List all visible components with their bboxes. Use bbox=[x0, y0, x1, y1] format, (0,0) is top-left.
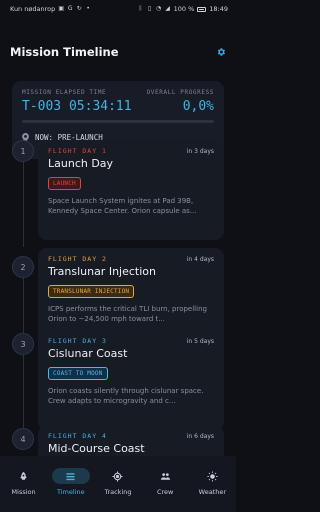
event-title: Launch Day bbox=[48, 157, 114, 170]
timeline-connector bbox=[23, 162, 24, 247]
step-number: 1 bbox=[12, 140, 34, 162]
elapsed-time-label: MISSION ELAPSED TIME bbox=[22, 89, 107, 96]
step-number: 4 bbox=[12, 428, 34, 450]
notification-icon: ▣ bbox=[58, 5, 65, 12]
timeline-card[interactable]: FLIGHT DAY 3 in 5 days Cislunar Coast CO… bbox=[38, 330, 224, 430]
battery-icon bbox=[197, 6, 207, 12]
status-text: Kun nødanrop bbox=[10, 5, 56, 13]
event-description: Orion coasts silently through cislunar s… bbox=[48, 387, 204, 405]
nav-label: Crew bbox=[156, 488, 174, 496]
nav-crew[interactable]: Crew bbox=[143, 468, 187, 496]
clock: 18:49 bbox=[209, 5, 228, 13]
nav-weather[interactable]: Weather bbox=[190, 468, 234, 496]
wifi-icon: ◔ bbox=[155, 5, 162, 12]
eta-text: in 3 days bbox=[186, 148, 214, 155]
battery-text: 100 % bbox=[173, 5, 195, 13]
event-badge: COAST TO MOON bbox=[48, 367, 108, 380]
timeline-card[interactable]: FLIGHT DAY 4 in 6 days Mid-Course Coast bbox=[38, 425, 224, 456]
timeline-item[interactable]: 4 FLIGHT DAY 4 in 6 days Mid-Course Coas… bbox=[12, 425, 224, 456]
sun-icon bbox=[207, 470, 218, 482]
page-title: Mission Timeline bbox=[10, 45, 119, 59]
timeline-item[interactable]: 1 FLIGHT DAY 1 in 3 days Launch Day LAUN… bbox=[12, 140, 224, 247]
eta-text: in 5 days bbox=[186, 338, 214, 345]
nav-label: Tracking bbox=[104, 488, 132, 496]
nav-label: Timeline bbox=[56, 488, 85, 496]
event-title: Cislunar Coast bbox=[48, 347, 128, 360]
timeline-list[interactable]: 1 FLIGHT DAY 1 in 3 days Launch Day LAUN… bbox=[12, 140, 224, 456]
progress-label: OVERALL PROGRESS bbox=[146, 89, 214, 96]
target-icon bbox=[112, 470, 124, 482]
event-badge: TRANSLUNAR INJECTION bbox=[48, 285, 135, 298]
timeline-item[interactable]: 3 FLIGHT DAY 3 in 5 days Cislunar Coast … bbox=[12, 330, 224, 438]
app-header: Mission Timeline bbox=[10, 44, 226, 60]
nav-tracking[interactable]: Tracking bbox=[96, 468, 140, 496]
event-badge: LAUNCH bbox=[48, 177, 81, 190]
timeline-icon bbox=[66, 472, 75, 480]
progress-bar bbox=[22, 120, 214, 123]
location-icon: • bbox=[86, 5, 90, 12]
elapsed-time-value: T-003 05:34:11 bbox=[22, 99, 132, 114]
bluetooth-icon: ᛒ bbox=[138, 5, 143, 12]
people-icon bbox=[160, 472, 170, 480]
gear-icon[interactable] bbox=[216, 47, 226, 57]
step-number: 3 bbox=[12, 333, 34, 355]
flight-day-label: FLIGHT DAY 2 bbox=[48, 255, 107, 263]
flight-day-label: FLIGHT DAY 4 bbox=[48, 432, 107, 440]
bottom-navigation: Mission Timeline Tracking Crew Weather bbox=[0, 456, 236, 512]
event-title: Mid-Course Coast bbox=[48, 442, 145, 455]
progress-value: 0,0% bbox=[182, 99, 214, 114]
event-description: Space Launch System ignites at Pad 39B, … bbox=[48, 197, 197, 215]
nav-label: Weather bbox=[198, 488, 227, 496]
rocket-icon bbox=[20, 471, 27, 480]
nav-timeline[interactable]: Timeline bbox=[49, 468, 93, 496]
step-number: 2 bbox=[12, 256, 34, 278]
flight-day-label: FLIGHT DAY 1 bbox=[48, 147, 107, 155]
nav-label: Mission bbox=[11, 488, 36, 496]
status-bar: Kun nødanrop ▣ G ↻ • ᛒ ▯ ◔ ◢ 100 % 18:49 bbox=[0, 0, 236, 18]
eta-text: in 6 days bbox=[186, 433, 214, 440]
flight-day-label: FLIGHT DAY 3 bbox=[48, 337, 107, 345]
timeline-card[interactable]: FLIGHT DAY 1 in 3 days Launch Day LAUNCH… bbox=[38, 140, 224, 240]
event-title: Translunar Injection bbox=[48, 265, 156, 278]
eta-text: in 4 days bbox=[186, 256, 214, 263]
sync-icon: ↻ bbox=[76, 5, 82, 12]
vibrate-icon: ▯ bbox=[147, 5, 152, 12]
google-icon: G bbox=[67, 5, 73, 12]
signal-icon: ◢ bbox=[165, 5, 170, 12]
event-description: ICPS performs the critical TLI burn, pro… bbox=[48, 305, 207, 323]
nav-mission[interactable]: Mission bbox=[2, 468, 46, 496]
